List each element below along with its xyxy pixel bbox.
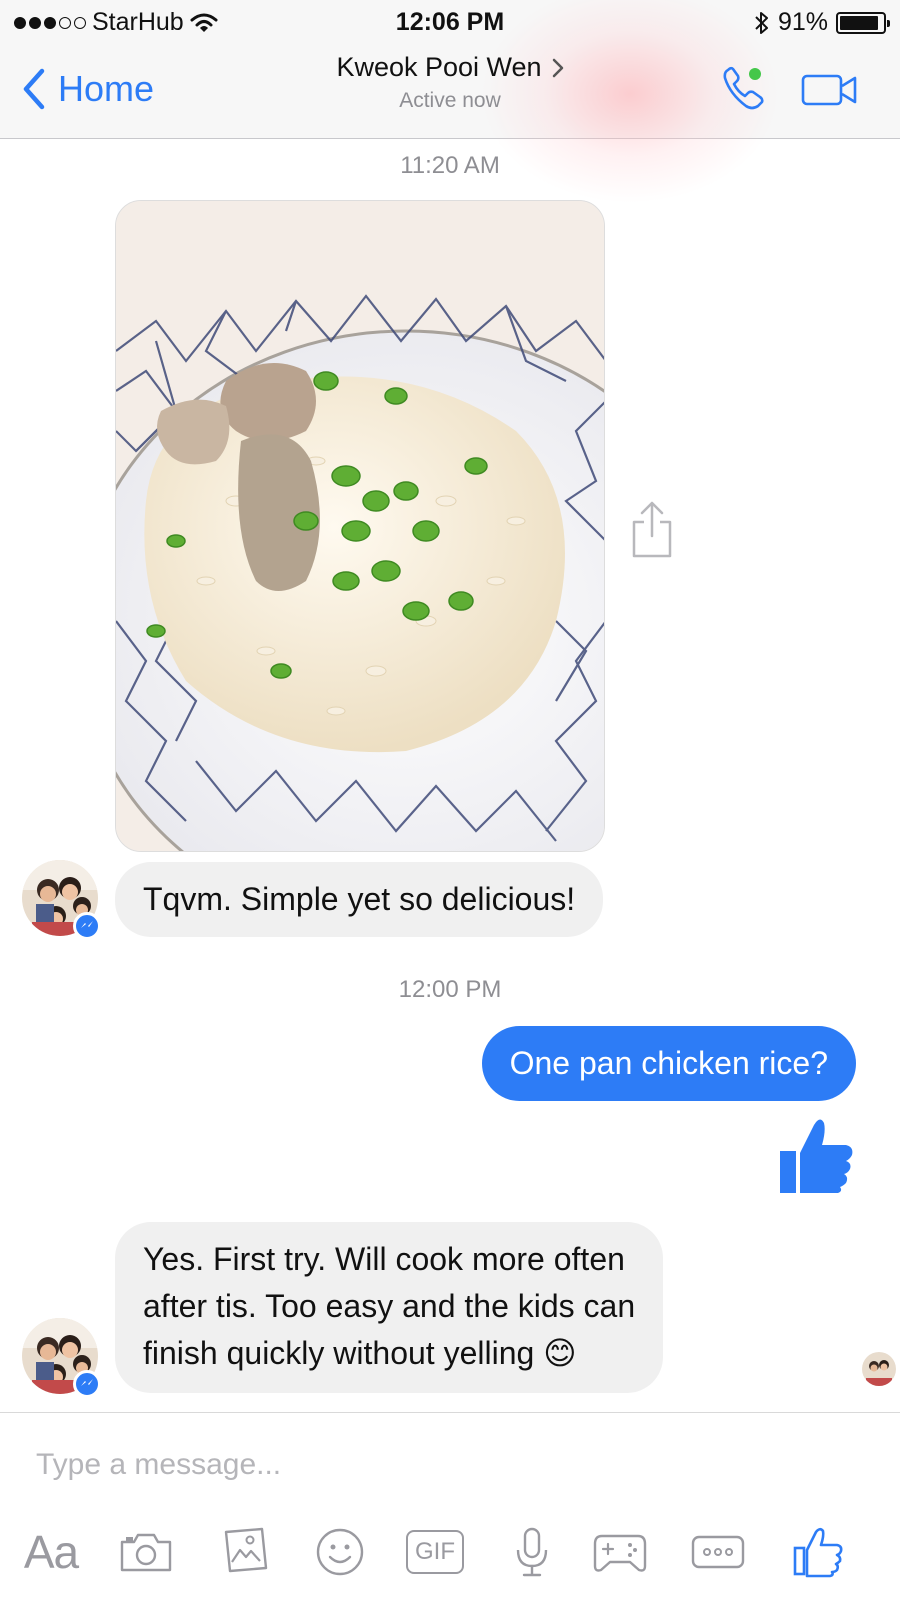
status-bar: StarHub 12:06 PM 91% <box>0 0 900 44</box>
chicken-rice-photo <box>116 201 604 851</box>
voice-call-button[interactable] <box>718 64 768 114</box>
message-timestamp: 11:20 AM <box>400 152 500 179</box>
message-line: after tis. Too easy and the kids can <box>143 1288 636 1324</box>
battery-icon <box>836 11 890 34</box>
incoming-message-bubble[interactable]: Tqvm. Simple yet so delicious! <box>115 862 604 937</box>
game-controller-icon[interactable] <box>588 1520 652 1584</box>
message-input[interactable] <box>22 1440 782 1490</box>
contact-name: Kweok Pooi Wen <box>336 52 542 82</box>
text-format-icon[interactable]: Aa <box>16 1520 86 1584</box>
chevron-right-icon <box>552 58 563 77</box>
message-line: Yes. First try. Will cook more often <box>143 1241 625 1277</box>
outgoing-message-bubble[interactable]: One pan chicken rice? <box>481 1026 856 1101</box>
video-call-button[interactable] <box>800 70 860 110</box>
message-timestamp: 12:00 PM <box>398 976 502 1003</box>
aa-label: Aa <box>23 1526 79 1578</box>
composer-toolbar: Aa GIF <box>0 1510 900 1590</box>
photo-message[interactable] <box>115 200 605 852</box>
messenger-badge-icon <box>73 1370 101 1398</box>
message-text: One pan chicken rice? <box>509 1045 828 1081</box>
incoming-message-bubble[interactable]: Yes. First try. Will cook more often aft… <box>115 1222 664 1393</box>
gallery-icon[interactable] <box>212 1520 276 1584</box>
camera-icon[interactable] <box>114 1520 178 1584</box>
thumbs-up-icon[interactable] <box>778 1115 854 1195</box>
battery-level <box>840 15 879 30</box>
message-line: finish quickly without yelling <box>143 1335 535 1371</box>
composer-divider <box>0 1412 900 1413</box>
video-camera-icon <box>801 74 857 106</box>
microphone-icon[interactable] <box>500 1520 564 1584</box>
gif-label: GIF <box>406 1530 464 1574</box>
thumbs-up-icon[interactable] <box>786 1520 850 1584</box>
seen-receipt-avatar <box>862 1352 896 1386</box>
status-right: 91% <box>754 8 890 37</box>
phone-icon <box>723 66 764 110</box>
battery-percent: 91% <box>777 8 828 36</box>
share-icon <box>632 501 672 558</box>
share-button[interactable] <box>630 500 674 560</box>
gif-icon[interactable]: GIF <box>400 1520 470 1584</box>
messenger-badge-icon <box>73 912 101 940</box>
more-icon[interactable] <box>686 1520 750 1584</box>
message-text: Tqvm. Simple yet so delicious! <box>143 881 576 917</box>
smiling-face-emoji: 😊 <box>543 1335 577 1371</box>
bluetooth-icon <box>755 11 768 34</box>
conversation-header: Home Kweok Pooi Wen Active now <box>0 0 900 204</box>
emoji-icon[interactable] <box>308 1520 372 1584</box>
